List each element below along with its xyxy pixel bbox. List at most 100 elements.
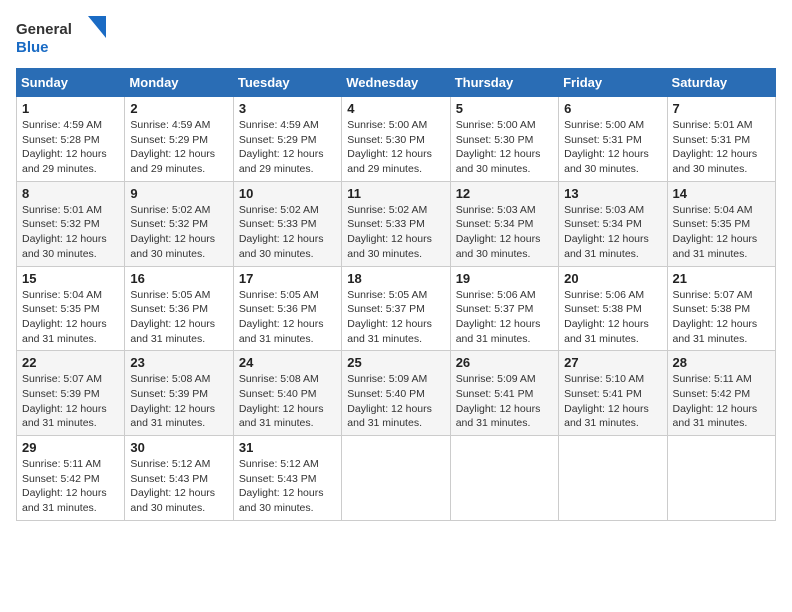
day-number: 8 [22,186,119,201]
weekday-header-wednesday: Wednesday [342,69,450,97]
day-number: 26 [456,355,553,370]
calendar-day-cell: 28 Sunrise: 5:11 AM Sunset: 5:42 PM Dayli… [667,351,775,436]
day-info: Sunrise: 5:05 AM Sunset: 5:36 PM Dayligh… [130,288,227,347]
calendar-day-cell: 19 Sunrise: 5:06 AM Sunset: 5:37 PM Dayli… [450,266,558,351]
empty-cell [667,436,775,521]
day-info: Sunrise: 5:09 AM Sunset: 5:40 PM Dayligh… [347,372,444,431]
day-number: 9 [130,186,227,201]
day-number: 23 [130,355,227,370]
day-number: 21 [673,271,770,286]
calendar-day-cell: 6 Sunrise: 5:00 AM Sunset: 5:31 PM Daylig… [559,97,667,182]
day-info: Sunrise: 5:11 AM Sunset: 5:42 PM Dayligh… [22,457,119,516]
calendar-day-cell: 24 Sunrise: 5:08 AM Sunset: 5:40 PM Dayli… [233,351,341,436]
calendar-day-cell: 30 Sunrise: 5:12 AM Sunset: 5:43 PM Dayli… [125,436,233,521]
calendar-week-row: 22 Sunrise: 5:07 AM Sunset: 5:39 PM Dayli… [17,351,776,436]
day-info: Sunrise: 5:05 AM Sunset: 5:36 PM Dayligh… [239,288,336,347]
calendar-day-cell: 11Sunrise: 5:02 AM Sunset: 5:33 PM Dayli… [342,181,450,266]
calendar-day-cell: 3 Sunrise: 4:59 AM Sunset: 5:29 PM Daylig… [233,97,341,182]
empty-cell [559,436,667,521]
weekday-header-monday: Monday [125,69,233,97]
day-info: Sunrise: 4:59 AM Sunset: 5:29 PM Dayligh… [130,118,227,177]
day-info: Sunrise: 5:06 AM Sunset: 5:38 PM Dayligh… [564,288,661,347]
calendar-day-cell: 9 Sunrise: 5:02 AM Sunset: 5:32 PM Daylig… [125,181,233,266]
day-number: 2 [130,101,227,116]
calendar-day-cell: 10 Sunrise: 5:02 AM Sunset: 5:33 PM Dayli… [233,181,341,266]
calendar-day-cell: 13 Sunrise: 5:03 AM Sunset: 5:34 PM Dayli… [559,181,667,266]
day-number: 27 [564,355,661,370]
calendar-day-cell: 18 Sunrise: 5:05 AM Sunset: 5:37 PM Dayli… [342,266,450,351]
empty-cell [450,436,558,521]
calendar-day-cell: 23 Sunrise: 5:08 AM Sunset: 5:39 PM Dayli… [125,351,233,436]
day-info: Sunrise: 5:00 AM Sunset: 5:31 PM Dayligh… [564,118,661,177]
day-info: Sunrise: 5:00 AM Sunset: 5:30 PM Dayligh… [456,118,553,177]
calendar-day-cell: 27Sunrise: 5:10 AM Sunset: 5:41 PM Dayli… [559,351,667,436]
calendar-day-cell: 8 Sunrise: 5:01 AM Sunset: 5:32 PM Daylig… [17,181,125,266]
svg-text:Blue: Blue [16,39,49,56]
calendar-day-cell: 16 Sunrise: 5:05 AM Sunset: 5:36 PM Dayli… [125,266,233,351]
day-number: 17 [239,271,336,286]
day-number: 28 [673,355,770,370]
day-info: Sunrise: 4:59 AM Sunset: 5:29 PM Dayligh… [239,118,336,177]
day-info: Sunrise: 5:08 AM Sunset: 5:40 PM Dayligh… [239,372,336,431]
day-info: Sunrise: 5:07 AM Sunset: 5:38 PM Dayligh… [673,288,770,347]
day-number: 19 [456,271,553,286]
svg-text:General: General [16,21,72,38]
day-info: Sunrise: 5:03 AM Sunset: 5:34 PM Dayligh… [456,203,553,262]
day-number: 13 [564,186,661,201]
calendar-week-row: 15 Sunrise: 5:04 AM Sunset: 5:35 PM Dayli… [17,266,776,351]
calendar-day-cell: 21 Sunrise: 5:07 AM Sunset: 5:38 PM Dayli… [667,266,775,351]
day-number: 6 [564,101,661,116]
day-info: Sunrise: 5:01 AM Sunset: 5:32 PM Dayligh… [22,203,119,262]
calendar-day-cell: 2 Sunrise: 4:59 AM Sunset: 5:29 PM Daylig… [125,97,233,182]
day-info: Sunrise: 5:04 AM Sunset: 5:35 PM Dayligh… [673,203,770,262]
day-info: Sunrise: 5:06 AM Sunset: 5:37 PM Dayligh… [456,288,553,347]
weekday-header-thursday: Thursday [450,69,558,97]
calendar-day-cell: 25 Sunrise: 5:09 AM Sunset: 5:40 PM Dayli… [342,351,450,436]
calendar-day-cell: 15 Sunrise: 5:04 AM Sunset: 5:35 PM Dayli… [17,266,125,351]
day-info: Sunrise: 5:07 AM Sunset: 5:39 PM Dayligh… [22,372,119,431]
page-header: General Blue [16,16,776,58]
day-number: 15 [22,271,119,286]
day-info: Sunrise: 5:01 AM Sunset: 5:31 PM Dayligh… [673,118,770,177]
day-number: 14 [673,186,770,201]
day-info: Sunrise: 5:08 AM Sunset: 5:39 PM Dayligh… [130,372,227,431]
calendar-day-cell: 7 Sunrise: 5:01 AM Sunset: 5:31 PM Daylig… [667,97,775,182]
day-info: Sunrise: 5:12 AM Sunset: 5:43 PM Dayligh… [239,457,336,516]
calendar-day-cell: 17 Sunrise: 5:05 AM Sunset: 5:36 PM Dayli… [233,266,341,351]
day-number: 10 [239,186,336,201]
calendar-day-cell: 22 Sunrise: 5:07 AM Sunset: 5:39 PM Dayli… [17,351,125,436]
day-number: 7 [673,101,770,116]
day-number: 3 [239,101,336,116]
day-info: Sunrise: 5:03 AM Sunset: 5:34 PM Dayligh… [564,203,661,262]
calendar-day-cell: 12Sunrise: 5:03 AM Sunset: 5:34 PM Dayli… [450,181,558,266]
day-info: Sunrise: 5:05 AM Sunset: 5:37 PM Dayligh… [347,288,444,347]
day-info: Sunrise: 5:00 AM Sunset: 5:30 PM Dayligh… [347,118,444,177]
day-number: 1 [22,101,119,116]
day-info: Sunrise: 5:04 AM Sunset: 5:35 PM Dayligh… [22,288,119,347]
day-info: Sunrise: 5:02 AM Sunset: 5:32 PM Dayligh… [130,203,227,262]
day-number: 16 [130,271,227,286]
day-number: 25 [347,355,444,370]
day-info: Sunrise: 5:12 AM Sunset: 5:43 PM Dayligh… [130,457,227,516]
day-number: 20 [564,271,661,286]
day-info: Sunrise: 5:11 AM Sunset: 5:42 PM Dayligh… [673,372,770,431]
calendar-day-cell: 31 Sunrise: 5:12 AM Sunset: 5:43 PM Dayli… [233,436,341,521]
day-number: 30 [130,440,227,455]
logo: General Blue [16,16,106,58]
day-number: 11 [347,186,444,201]
day-number: 31 [239,440,336,455]
day-info: Sunrise: 5:02 AM Sunset: 5:33 PM Dayligh… [239,203,336,262]
weekday-header-sunday: Sunday [17,69,125,97]
calendar-day-cell: 14 Sunrise: 5:04 AM Sunset: 5:35 PM Dayli… [667,181,775,266]
day-number: 18 [347,271,444,286]
weekday-header-row: SundayMondayTuesdayWednesdayThursdayFrid… [17,69,776,97]
calendar-table: SundayMondayTuesdayWednesdayThursdayFrid… [16,68,776,521]
calendar-week-row: 8 Sunrise: 5:01 AM Sunset: 5:32 PM Daylig… [17,181,776,266]
weekday-header-friday: Friday [559,69,667,97]
day-number: 22 [22,355,119,370]
calendar-day-cell: 26 Sunrise: 5:09 AM Sunset: 5:41 PM Dayli… [450,351,558,436]
day-number: 24 [239,355,336,370]
day-info: Sunrise: 5:09 AM Sunset: 5:41 PM Dayligh… [456,372,553,431]
logo-svg: General Blue [16,16,106,58]
calendar-day-cell: 20 Sunrise: 5:06 AM Sunset: 5:38 PM Dayli… [559,266,667,351]
